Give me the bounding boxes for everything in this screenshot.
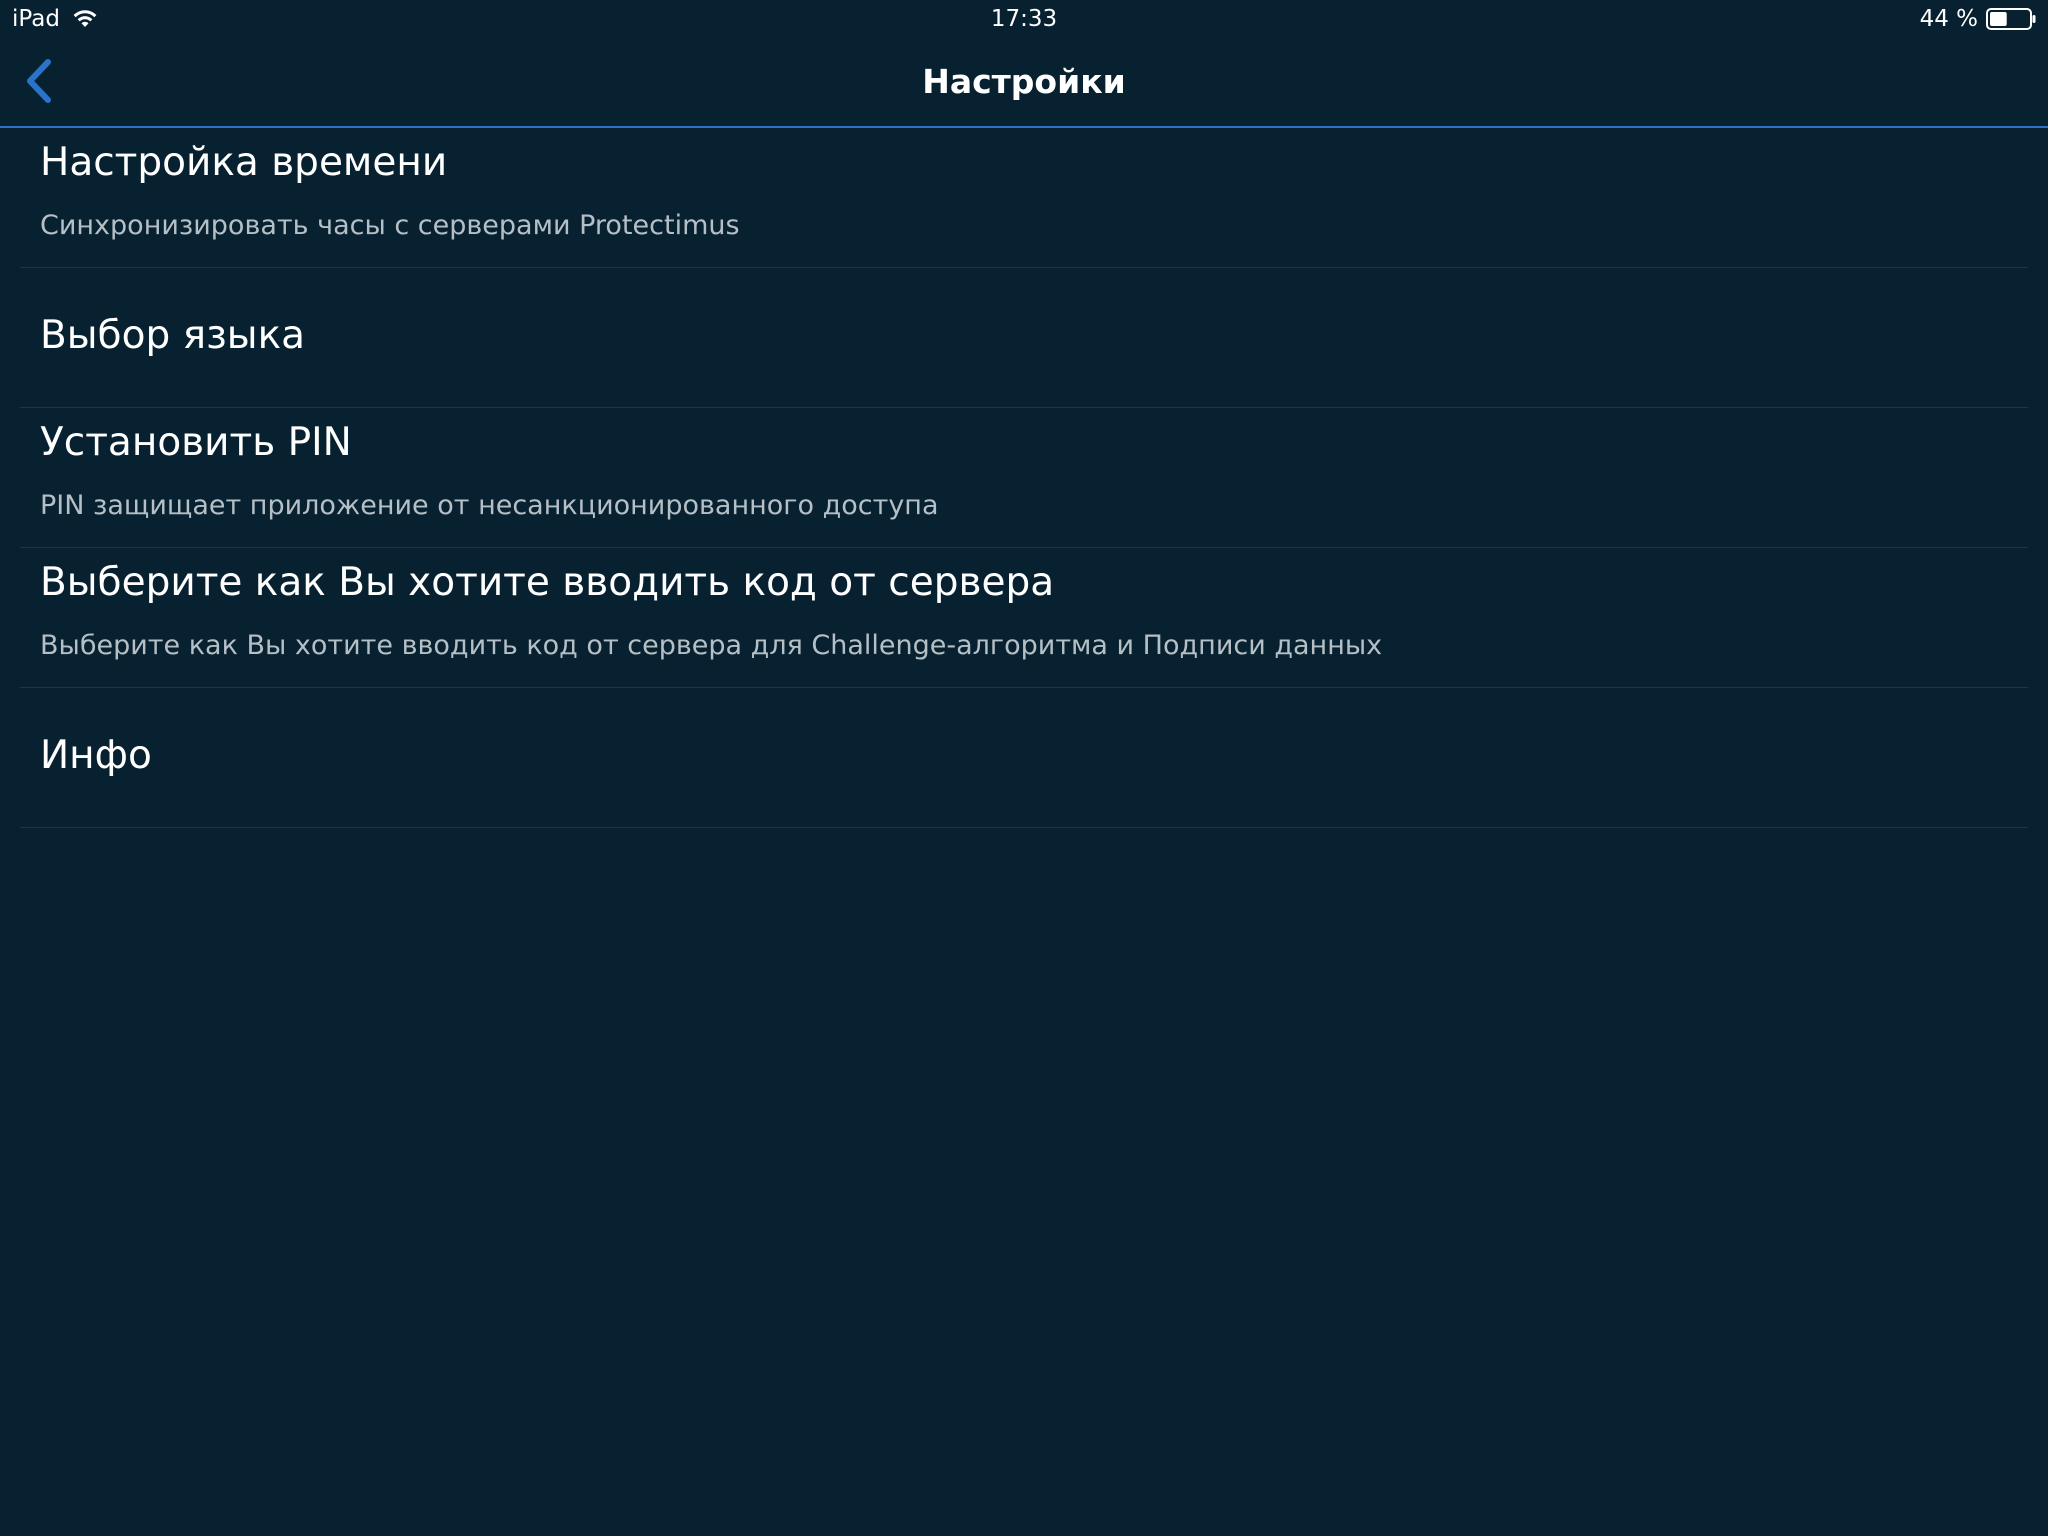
status-time: 17:33 (990, 6, 1058, 32)
settings-item-title: Выбор языка (40, 313, 306, 358)
battery-percent: 44 % (1919, 6, 1978, 32)
status-bar: iPad 17:33 44 % (0, 0, 2048, 40)
settings-list: Настройка времени Синхронизировать часы … (20, 128, 2028, 828)
settings-item-set-pin[interactable]: Установить PIN PIN защищает приложение о… (20, 408, 2028, 548)
settings-screen: iPad 17:33 44 % Настройки Настройка врем… (0, 0, 2048, 1536)
settings-item-info[interactable]: Инфо (20, 688, 2028, 828)
battery-icon (1986, 8, 2036, 30)
settings-item-title: Инфо (40, 733, 152, 778)
settings-item-subtitle: PIN защищает приложение от несанкциониро… (40, 490, 939, 521)
page-title: Настройки (922, 62, 1126, 101)
settings-item-language[interactable]: Выбор языка (20, 268, 2028, 408)
settings-item-subtitle: Выберите как Вы хотите вводить код от се… (40, 630, 1383, 661)
settings-item-title: Выберите как Вы хотите вводить код от се… (40, 560, 1055, 605)
settings-item-server-code-input[interactable]: Выберите как Вы хотите вводить код от се… (20, 548, 2028, 688)
settings-item-subtitle: Синхронизировать часы с серверами Protec… (40, 210, 740, 241)
settings-item-title: Настройка времени (40, 140, 448, 185)
status-right: 44 % (1920, 6, 2036, 32)
navigation-bar: Настройки (0, 40, 2048, 128)
settings-item-title: Установить PIN (40, 420, 352, 465)
settings-item-time-sync[interactable]: Настройка времени Синхронизировать часы … (20, 128, 2028, 268)
